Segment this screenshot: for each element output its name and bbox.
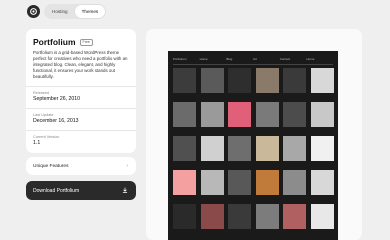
portfolio-thumbnail[interactable] <box>173 136 196 161</box>
portfolio-thumbnail[interactable] <box>283 204 306 229</box>
portfolio-thumbnail[interactable] <box>255 102 279 127</box>
preview-nav-item: Home <box>199 57 208 61</box>
download-icon <box>122 187 128 195</box>
divider <box>26 108 136 109</box>
theme-info-card: Portfolium Free Portfolium is a grid-bas… <box>26 29 136 154</box>
logo-icon[interactable] <box>27 5 40 18</box>
theme-sidebar: Portfolium Free Portfolium is a grid-bas… <box>26 29 136 201</box>
portfolio-thumbnail[interactable] <box>173 170 196 195</box>
theme-description: Portfolium is a grid-based WordPress the… <box>33 50 128 79</box>
portfolio-thumbnail[interactable] <box>283 170 306 195</box>
preview-nav-item: Portfolium <box>173 57 187 61</box>
download-button[interactable]: Download Portfolium <box>26 181 136 201</box>
portfolio-thumbnail[interactable] <box>200 136 224 161</box>
portfolio-thumbnail[interactable] <box>228 170 251 195</box>
theme-preview-panel: Portfolium Home Blog Art Contact Home <box>146 29 362 240</box>
portfolio-thumbnail[interactable] <box>228 136 251 161</box>
released-label: Released <box>33 90 50 95</box>
theme-title: Portfolium <box>33 37 76 47</box>
portfolio-thumbnail[interactable] <box>310 204 334 229</box>
tab-hosting[interactable]: Hosting <box>45 5 75 18</box>
portfolio-thumbnail[interactable] <box>255 204 279 229</box>
portfolio-thumbnail[interactable] <box>310 170 334 195</box>
portfolio-thumbnail[interactable] <box>310 68 334 93</box>
free-badge: Free <box>79 38 93 46</box>
top-bar: Hosting Themes <box>0 0 390 26</box>
portfolio-thumbnail[interactable] <box>200 204 224 229</box>
divider <box>26 130 136 131</box>
unique-features-label: Unique Features <box>33 163 69 169</box>
portfolio-thumbnail[interactable] <box>200 102 224 127</box>
portfolio-thumbnail[interactable] <box>173 204 196 229</box>
divider <box>26 86 136 87</box>
portfolio-thumbnail[interactable] <box>228 68 251 93</box>
portfolio-thumbnail[interactable] <box>255 68 279 93</box>
preview-nav-item: Contact <box>279 57 291 61</box>
portfolio-thumbnail[interactable] <box>310 136 334 161</box>
portfolio-thumbnail[interactable] <box>283 102 306 127</box>
portfolio-thumbnail[interactable] <box>173 68 196 93</box>
portfolio-thumbnail[interactable] <box>255 170 279 195</box>
theme-screenshot: Portfolium Home Blog Art Contact Home <box>168 51 338 240</box>
portfolio-thumbnail[interactable] <box>200 170 224 195</box>
theme-title-row: Portfolium Free <box>33 37 129 47</box>
chevron-right-icon: › <box>126 163 128 170</box>
portfolio-thumbnail[interactable] <box>255 136 279 161</box>
portfolio-thumbnail[interactable] <box>228 102 251 127</box>
released-value: September 26, 2010 <box>33 96 81 103</box>
preview-nav-item: Blog <box>226 57 233 61</box>
updated-label: Last Update <box>33 112 54 117</box>
version-value: 1.1 <box>33 140 41 147</box>
preview-nav: Portfolium Home Blog Art Contact Home <box>173 57 333 61</box>
portfolio-thumbnail[interactable] <box>283 136 306 161</box>
portfolio-thumbnail[interactable] <box>283 68 306 93</box>
preview-grid <box>173 68 334 240</box>
version-label: Current Version <box>33 134 60 139</box>
portfolio-thumbnail[interactable] <box>310 102 334 127</box>
download-label: Download Portfolium <box>33 187 80 194</box>
unique-features-row[interactable]: Unique Features › <box>26 157 136 176</box>
portfolio-thumbnail[interactable] <box>200 68 224 93</box>
preview-nav-item: Home <box>306 57 315 61</box>
preview-nav-item: Art <box>253 57 257 61</box>
portfolio-thumbnail[interactable] <box>173 102 196 127</box>
top-nav: Hosting Themes <box>44 4 107 19</box>
portfolio-thumbnail[interactable] <box>228 204 251 229</box>
updated-value: December 16, 2013 <box>33 118 79 125</box>
tab-themes[interactable]: Themes <box>74 5 106 18</box>
